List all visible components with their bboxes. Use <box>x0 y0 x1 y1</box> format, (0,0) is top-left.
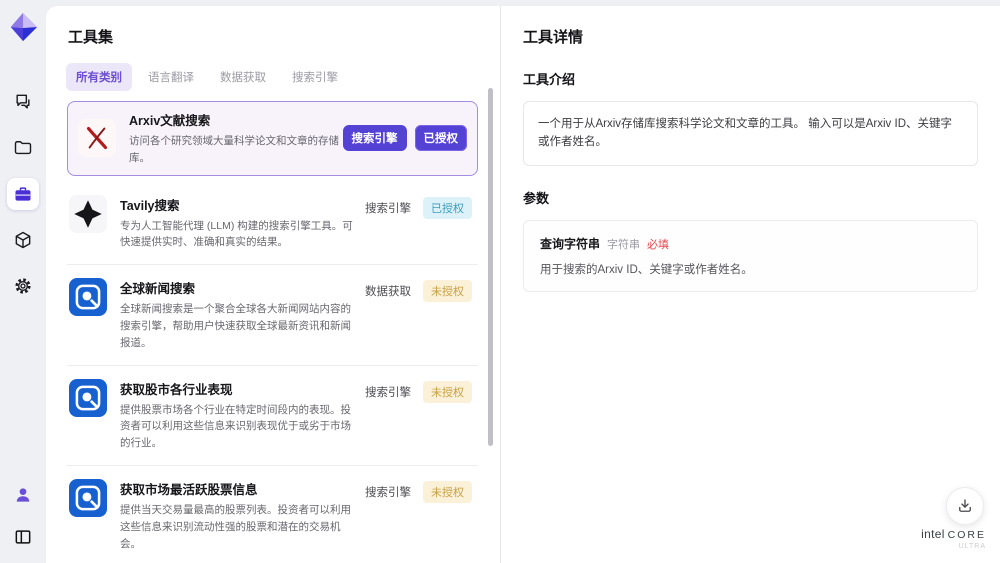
left-rail <box>0 0 46 563</box>
tool-name: Arxiv文献搜索 <box>129 114 211 128</box>
download-icon <box>959 499 971 512</box>
brand-intel: intel <box>921 526 945 541</box>
tool-list: Arxiv文献搜索 访问各个研究领域大量科学论文和文章的存储库。 搜索引擎 已授… <box>67 101 478 563</box>
nav-user[interactable] <box>7 479 39 511</box>
nav-chat[interactable] <box>7 86 39 118</box>
tool-list-item[interactable]: 获取市场最活跃股票信息 提供当天交易量最高的股票列表。投资者可以利用这些信息来识… <box>67 465 478 563</box>
brand-sub: ULTRA <box>958 543 986 551</box>
nav-settings[interactable] <box>7 270 39 302</box>
tool-detail-panel: 工具详情 工具介绍 一个用于从Arxiv存储库搜索科学论文和文章的工具。 输入可… <box>500 6 1000 563</box>
app-logo-icon <box>6 10 40 44</box>
folder-icon <box>14 141 32 155</box>
tool-meta: 搜索引擎 已授权 <box>342 125 467 152</box>
tool-description: 全球新闻搜索是一个聚合全球各大新闻网站内容的搜索引擎，帮助用户快速获取全球最新资… <box>120 303 351 349</box>
tool-info: Arxiv文献搜索 访问各个研究领域大量科学论文和文章的存储库。 <box>129 110 343 167</box>
param-required-flag: 必填 <box>647 238 670 251</box>
tool-list-item[interactable]: 全球新闻搜索 全球新闻搜索是一个聚合全球各大新闻网站内容的搜索引擎，帮助用户快速… <box>67 265 478 366</box>
tool-icon <box>69 478 107 517</box>
tool-name: 全球新闻搜索 <box>120 282 196 297</box>
tool-status-badge: 已授权 <box>414 125 467 152</box>
param-item: 查询字符串 字符串 必填 用于搜索的Arxiv ID、关键字或作者姓名。 <box>540 235 961 277</box>
category-tabs: 所有类别 语言翻译 数据获取 搜索引擎 <box>66 63 480 91</box>
tool-list-item[interactable]: Tavily搜索 专为人工智能代理 (LLM) 构建的搜索引擎工具。可快速提供实… <box>67 181 478 266</box>
tool-meta: 数据获取 未授权 <box>365 278 472 303</box>
cube-icon <box>15 231 31 249</box>
nav-cube[interactable] <box>7 224 39 256</box>
tool-category-badge: 搜索引擎 <box>365 486 411 499</box>
chat-icon <box>16 94 30 109</box>
param-type: 字符串 <box>607 238 641 251</box>
params-box: 查询字符串 字符串 必填 用于搜索的Arxiv ID、关键字或作者姓名。 <box>523 219 978 292</box>
tool-name: 获取市场最活跃股票信息 <box>120 482 258 497</box>
gear-icon <box>15 278 31 294</box>
tool-info: 获取市场最活跃股票信息 提供当天交易量最高的股票列表。投资者可以利用这些信息来识… <box>120 479 365 552</box>
user-icon <box>16 488 30 502</box>
tool-description: 提供当天交易量最高的股票列表。投资者可以利用这些信息来识别流动性强的股票和潜在的… <box>120 503 351 550</box>
tool-info: 全球新闻搜索 全球新闻搜索是一个聚合全球各大新闻网站内容的搜索引擎，帮助用户快速… <box>120 278 365 351</box>
list-scrollbar[interactable] <box>488 88 493 446</box>
tool-icon <box>69 194 107 233</box>
tool-name: Tavily搜索 <box>120 198 180 213</box>
tool-meta: 搜索引擎 未授权 <box>365 379 472 403</box>
intro-box: 一个用于从Arxiv存储库搜索科学论文和文章的工具。 输入可以是Arxiv ID… <box>523 101 978 166</box>
category-tab[interactable]: 数据获取 <box>210 63 276 91</box>
tool-name: 获取股市各行业表现 <box>120 382 233 397</box>
tool-status-badge: 未授权 <box>423 480 472 503</box>
category-tab[interactable]: 所有类别 <box>66 63 132 91</box>
page-title: 工具集 <box>68 29 114 46</box>
detail-title: 工具详情 <box>523 29 584 46</box>
tool-status-badge: 未授权 <box>423 280 472 303</box>
intel-core-logo: intel CORE ULTRA <box>921 526 986 551</box>
tool-list-panel: 工具集 所有类别 语言翻译 数据获取 搜索引擎 Arxiv文献搜索 访问各个研究… <box>46 6 500 563</box>
params-heading: 参数 <box>523 190 550 206</box>
tool-category-badge: 搜索引擎 <box>365 202 411 215</box>
tool-info: 获取股市各行业表现 提供股票市场各个行业在特定时间段内的表现。投资者可以利用这些… <box>120 379 365 452</box>
nav-folder[interactable] <box>7 132 39 164</box>
tool-status-badge: 已授权 <box>423 196 472 219</box>
rail-nav <box>7 86 39 302</box>
nav-panel-toggle[interactable] <box>7 521 39 553</box>
category-tab[interactable]: 语言翻译 <box>138 63 204 91</box>
download-button[interactable] <box>946 487 984 525</box>
param-name: 查询字符串 <box>540 236 601 251</box>
tool-info: Tavily搜索 专为人工智能代理 (LLM) 构建的搜索引擎工具。可快速提供实… <box>120 195 365 252</box>
category-tab[interactable]: 搜索引擎 <box>282 63 348 91</box>
toolbox-icon <box>15 187 31 201</box>
tool-description: 专为人工智能代理 (LLM) 构建的搜索引擎工具。可快速提供实时、准确和真实的结… <box>120 219 353 249</box>
intro-text: 一个用于从Arxiv存储库搜索科学论文和文章的工具。 输入可以是Arxiv ID… <box>538 118 952 149</box>
tool-meta: 搜索引擎 已授权 <box>365 195 472 219</box>
main-sheet: 工具集 所有类别 语言翻译 数据获取 搜索引擎 Arxiv文献搜索 访问各个研究… <box>46 6 1000 563</box>
tool-list-item[interactable]: Arxiv文献搜索 访问各个研究领域大量科学论文和文章的存储库。 搜索引擎 已授… <box>67 101 478 176</box>
param-description: 用于搜索的Arxiv ID、关键字或作者姓名。 <box>540 263 753 276</box>
tool-category-badge: 搜索引擎 <box>365 386 411 399</box>
brand-core: CORE <box>947 528 986 541</box>
tool-meta: 搜索引擎 未授权 <box>365 479 472 503</box>
tool-category-badge: 数据获取 <box>365 286 411 299</box>
tool-icon <box>69 378 107 417</box>
intro-heading: 工具介绍 <box>523 72 576 87</box>
tool-description: 提供股票市场各个行业在特定时间段内的表现。投资者可以利用这些信息来识别表现优于或… <box>120 403 351 450</box>
tool-description: 访问各个研究领域大量科学论文和文章的存储库。 <box>129 135 339 164</box>
tool-status-badge: 未授权 <box>423 380 472 403</box>
panel-toggle-icon <box>15 530 31 544</box>
tool-icon <box>78 119 116 158</box>
tool-icon <box>69 278 107 317</box>
tool-list-item[interactable]: 获取股市各行业表现 提供股票市场各个行业在特定时间段内的表现。投资者可以利用这些… <box>67 365 478 466</box>
tool-category-badge: 搜索引擎 <box>342 125 407 152</box>
nav-toolbox[interactable] <box>7 178 39 210</box>
